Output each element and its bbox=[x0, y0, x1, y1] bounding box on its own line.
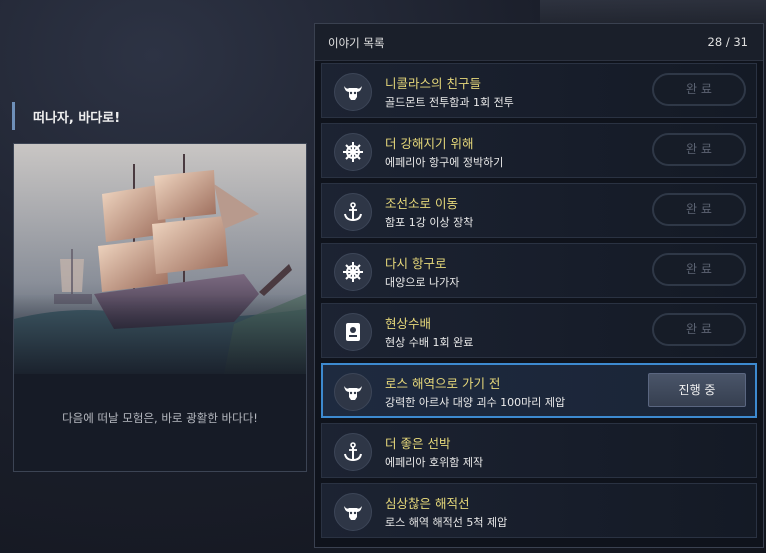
quest-row[interactable]: 다시 항구로 대양으로 나가자 완 료 bbox=[321, 243, 757, 298]
completed-button[interactable]: 완 료 bbox=[652, 193, 746, 226]
anchor-icon bbox=[334, 433, 372, 471]
completed-button[interactable]: 완 료 bbox=[652, 133, 746, 166]
quest-objective: 골드몬트 전투함과 1회 전투 bbox=[385, 96, 514, 109]
quest-title: 심상찮은 해적선 bbox=[385, 496, 470, 511]
quest-objective: 로스 해역 해적선 5척 제압 bbox=[385, 516, 508, 529]
quest-row-active[interactable]: 로스 해역으로 가기 전 강력한 아르샤 대양 괴수 100마리 제압 진행 중 bbox=[321, 363, 757, 418]
panel-header: 이야기 목록 28 / 31 bbox=[315, 24, 763, 61]
chapter-title: 떠나자, 바다로! bbox=[33, 111, 121, 126]
quest-objective: 대양으로 나가자 bbox=[385, 276, 460, 289]
in-progress-button[interactable]: 진행 중 bbox=[648, 373, 746, 407]
completed-button[interactable]: 완 료 bbox=[652, 253, 746, 286]
bull-skull-icon bbox=[334, 73, 372, 111]
wanted-poster-icon bbox=[334, 313, 372, 351]
quest-objective: 에페리아 호위함 제작 bbox=[385, 456, 484, 469]
quest-title: 니콜라스의 친구들 bbox=[385, 76, 481, 91]
panel-title: 이야기 목록 bbox=[328, 36, 385, 50]
quest-title: 현상수배 bbox=[385, 316, 432, 331]
bull-skull-icon bbox=[334, 373, 372, 411]
quest-objective: 강력한 아르샤 대양 괴수 100마리 제압 bbox=[385, 396, 566, 409]
quest-title: 더 강해지기 위해 bbox=[385, 136, 474, 151]
quest-title: 조선소로 이동 bbox=[385, 196, 458, 211]
quest-title: 로스 해역으로 가기 전 bbox=[385, 376, 501, 391]
completed-button[interactable]: 완 료 bbox=[652, 73, 746, 106]
ship-wheel-icon bbox=[334, 133, 372, 171]
anchor-icon bbox=[334, 193, 372, 231]
quest-row[interactable]: 조선소로 이동 함포 1강 이상 장착 완 료 bbox=[321, 183, 757, 238]
image-fade bbox=[14, 294, 306, 384]
title-accent-bar bbox=[12, 102, 15, 130]
quest-row[interactable]: 심상찮은 해적선 로스 해역 해적선 5척 제압 bbox=[321, 483, 757, 538]
bull-skull-icon bbox=[334, 493, 372, 531]
quest-row[interactable]: 더 강해지기 위해 에페리아 항구에 정박하기 완 료 bbox=[321, 123, 757, 178]
story-list-panel: 이야기 목록 28 / 31 니콜라스의 친구들 골드몬트 전투함과 1회 전투… bbox=[314, 23, 764, 548]
quest-objective: 에페리아 항구에 정박하기 bbox=[385, 156, 504, 169]
quest-progress-count: 28 / 31 bbox=[707, 35, 748, 49]
quest-row[interactable]: 더 좋은 선박 에페리아 호위함 제작 bbox=[321, 423, 757, 478]
story-caption: 다음에 떠날 모험은, 바로 광활한 바다다! bbox=[62, 411, 258, 425]
story-card: 다음에 떠날 모험은, 바로 광활한 바다다! bbox=[13, 143, 307, 472]
completed-button[interactable]: 완 료 bbox=[652, 313, 746, 346]
quest-row[interactable]: 니콜라스의 친구들 골드몬트 전투함과 1회 전투 완 료 bbox=[321, 63, 757, 118]
ship-wheel-icon bbox=[334, 253, 372, 291]
quest-title: 다시 항구로 bbox=[385, 256, 447, 271]
quest-row[interactable]: 현상수배 현상 수배 1회 완료 완 료 bbox=[321, 303, 757, 358]
quest-objective: 함포 1강 이상 장착 bbox=[385, 216, 474, 229]
quest-title: 더 좋은 선박 bbox=[385, 436, 451, 451]
quest-objective: 현상 수배 1회 완료 bbox=[385, 336, 474, 349]
